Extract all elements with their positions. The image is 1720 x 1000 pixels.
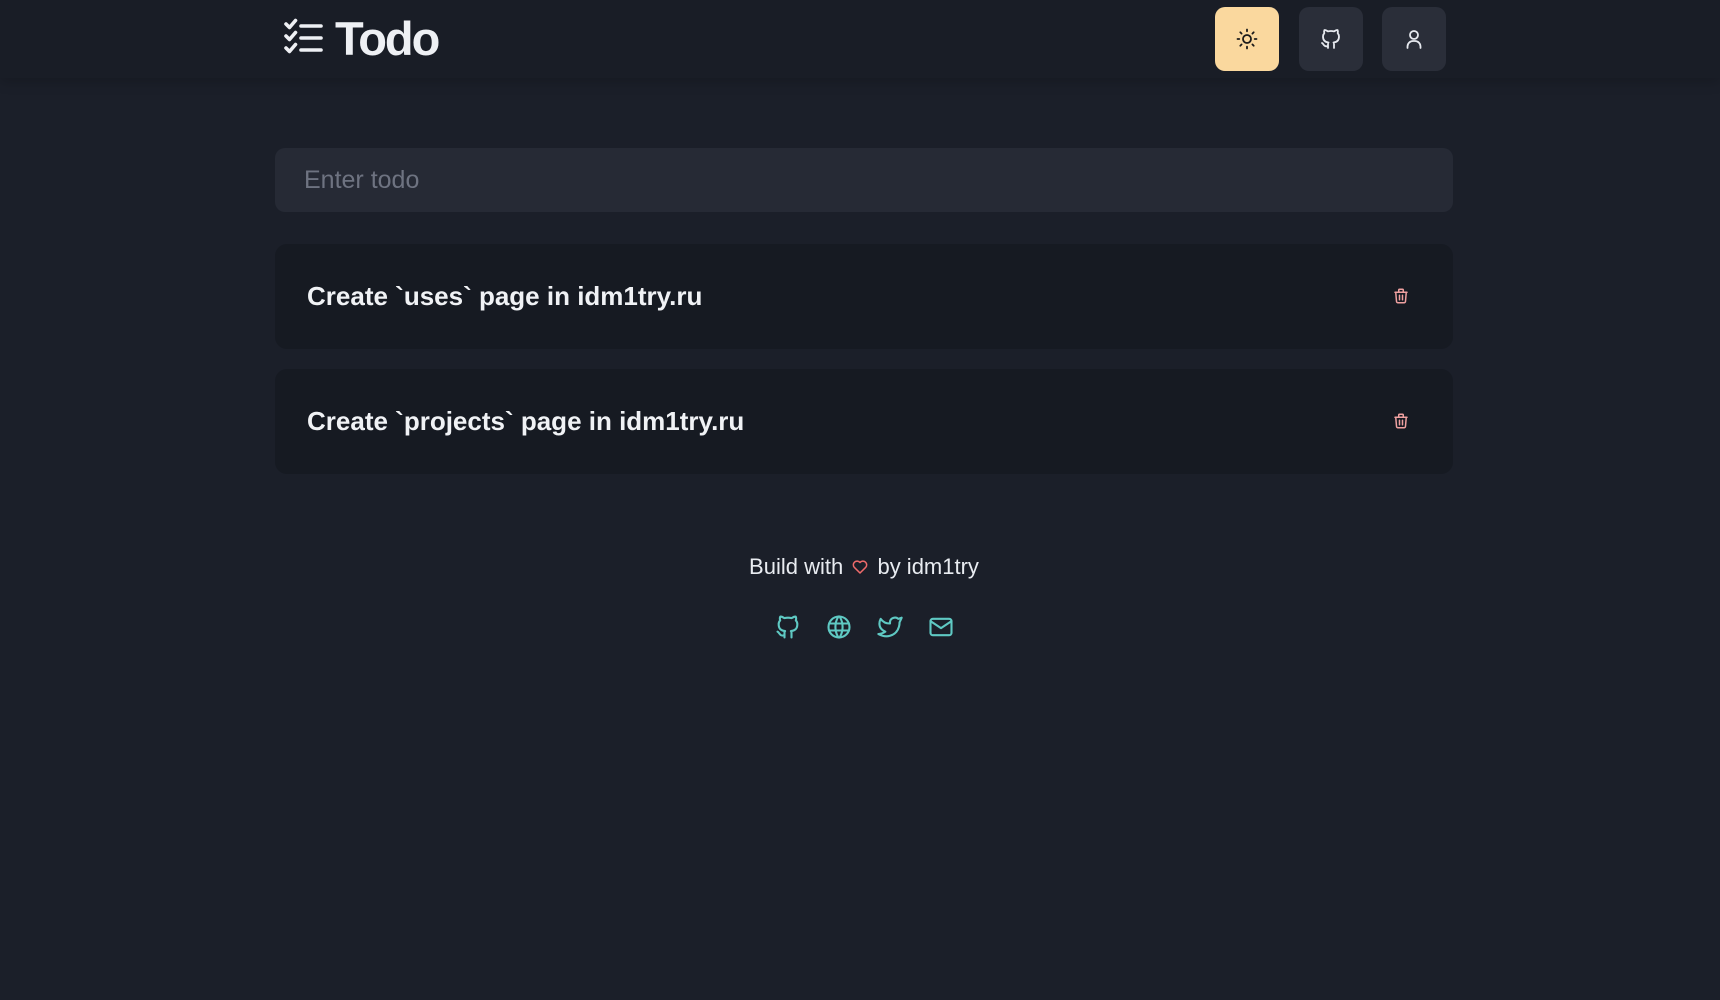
todo-text: Create `projects` page in idm1try.ru xyxy=(307,406,745,436)
app-title: Todo xyxy=(335,11,440,65)
theme-toggle-button[interactable] xyxy=(1215,7,1279,71)
social-links xyxy=(0,612,1720,642)
email-link[interactable] xyxy=(926,612,956,642)
todo-item: Create `uses` page in idm1try.ru xyxy=(275,244,1453,349)
todo-text: Create `uses` page in idm1try.ru xyxy=(307,281,703,311)
footer-text-before: Build with xyxy=(749,554,844,579)
app-header: Todo xyxy=(0,0,1720,78)
globe-icon xyxy=(826,615,851,639)
delete-todo-button[interactable] xyxy=(1389,409,1413,433)
heart-icon xyxy=(852,560,868,574)
user-icon xyxy=(1406,30,1422,49)
trash-icon xyxy=(1394,288,1408,304)
twitter-link[interactable] xyxy=(875,612,905,642)
delete-todo-button[interactable] xyxy=(1389,284,1413,308)
website-link[interactable] xyxy=(824,612,854,642)
github-icon xyxy=(775,615,798,639)
trash-icon xyxy=(1394,413,1408,429)
todo-item: Create `projects` page in idm1try.ru xyxy=(275,369,1453,474)
sun-icon xyxy=(1236,28,1258,50)
twitter-icon xyxy=(876,616,903,638)
logo[interactable]: Todo xyxy=(283,10,440,66)
mail-icon xyxy=(928,617,953,637)
github-icon xyxy=(1321,29,1340,49)
footer-credit: Build with by idm1try xyxy=(0,552,1720,582)
list-check-icon xyxy=(284,18,323,54)
github-button[interactable] xyxy=(1299,7,1363,71)
todo-input[interactable] xyxy=(275,148,1453,212)
github-link[interactable] xyxy=(773,612,803,642)
footer-text-after: by idm1try xyxy=(877,554,979,579)
account-button[interactable] xyxy=(1382,7,1446,71)
